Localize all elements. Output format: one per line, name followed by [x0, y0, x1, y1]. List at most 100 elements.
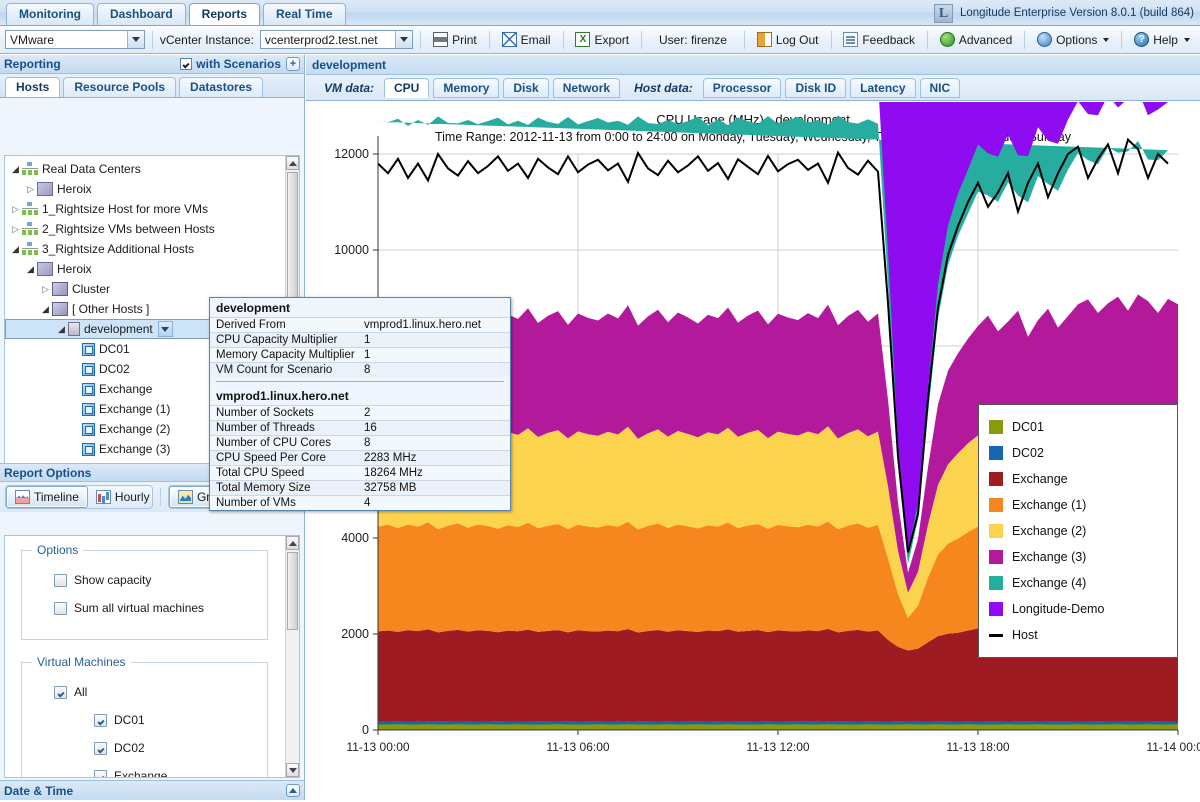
show-capacity-checkbox[interactable] [54, 574, 67, 587]
legend-item[interactable]: DC02 [989, 440, 1167, 466]
tree-item[interactable]: ◢Real Data Centers [5, 159, 285, 179]
show-capacity-row[interactable]: Show capacity [54, 569, 257, 591]
feedback-button[interactable]: Feedback [838, 30, 920, 49]
datacenter-icon [22, 222, 38, 236]
svg-text:11-13 12:00: 11-13 12:00 [746, 740, 809, 754]
tree-item[interactable]: ◢Heroix [5, 259, 285, 279]
with-scenarios-toggle[interactable]: with Scenarios [180, 57, 281, 71]
scenarios-checkbox[interactable] [180, 58, 192, 70]
vm-checkbox-row[interactable]: DC01 [94, 709, 257, 731]
legend-item[interactable]: Exchange (1) [989, 492, 1167, 518]
legend-item[interactable]: Exchange (3) [989, 544, 1167, 570]
platform-select[interactable]: VMware [5, 30, 145, 49]
svg-text:12000: 12000 [334, 147, 369, 161]
legend-swatch [989, 498, 1003, 512]
sum-all-vms-row[interactable]: Sum all virtual machines [54, 597, 257, 619]
tree-item[interactable]: ◢3_Rightsize Additional Hosts [5, 239, 285, 259]
legend-item[interactable]: Exchange [989, 466, 1167, 492]
timeline-label: Timeline [34, 490, 79, 504]
chevron-down-icon[interactable] [127, 31, 144, 48]
legend-swatch [989, 420, 1003, 434]
vm-checkbox[interactable] [94, 770, 107, 778]
tooltip-key: Memory Capacity Multiplier [216, 349, 364, 361]
legend-item[interactable]: DC01 [989, 414, 1167, 440]
email-button[interactable]: Email [497, 30, 556, 49]
legend-label: Exchange (2) [1012, 524, 1086, 538]
subtab-resource-pools[interactable]: Resource Pools [63, 77, 176, 97]
vm-data-label: VM data: [324, 81, 374, 95]
collapse-arrow-icon[interactable]: ◢ [39, 304, 52, 315]
chevron-up-icon[interactable] [286, 784, 300, 797]
date-time-section-header[interactable]: Date & Time [0, 780, 304, 800]
collapse-arrow-icon[interactable]: ◢ [9, 244, 22, 255]
legend-item[interactable]: Exchange (2) [989, 518, 1167, 544]
expand-arrow-icon[interactable]: ▷ [9, 204, 22, 215]
timeline-button[interactable]: Timeline [6, 486, 88, 508]
subtab-datastores[interactable]: Datastores [179, 77, 263, 97]
advanced-button[interactable]: Advanced [935, 30, 1017, 49]
export-button[interactable]: X Export [570, 30, 634, 49]
tooltip-row: CPU Speed Per Core2283 MHz [210, 450, 510, 465]
tab-monitoring[interactable]: Monitoring [6, 3, 94, 25]
options-button[interactable]: Options [1032, 30, 1114, 49]
tab-network[interactable]: Network [553, 78, 620, 98]
collapse-arrow-icon[interactable]: ◢ [55, 324, 68, 335]
options-scroll-thumb[interactable] [287, 552, 298, 630]
tree-item-label: Exchange (1) [99, 402, 170, 416]
collapse-arrow-icon[interactable]: ◢ [24, 264, 37, 275]
collapse-arrow-icon[interactable]: ◢ [9, 164, 22, 175]
platform-select-value: VMware [10, 33, 54, 47]
tree-item[interactable]: ▷Heroix [5, 179, 285, 199]
tab-real-time[interactable]: Real Time [263, 3, 345, 25]
vm-checkbox[interactable] [94, 714, 107, 727]
tab-latency[interactable]: Latency [850, 78, 915, 98]
vcenter-instance-value: vcenterprod2.test.net [265, 33, 378, 47]
help-button[interactable]: ? Help [1129, 30, 1195, 49]
tree-item-label: [ Other Hosts ] [72, 302, 149, 316]
tab-nic[interactable]: NIC [920, 78, 961, 98]
tab-memory[interactable]: Memory [433, 78, 499, 98]
vm-checkbox[interactable] [94, 742, 107, 755]
print-button[interactable]: Print [428, 30, 482, 49]
legend-item[interactable]: Exchange (4) [989, 570, 1167, 596]
tab-reports[interactable]: Reports [189, 3, 260, 25]
scroll-down-arrow-icon[interactable] [286, 763, 299, 777]
sum-all-vms-checkbox[interactable] [54, 602, 67, 615]
chevron-down-icon[interactable] [395, 31, 412, 48]
vm-all-checkbox[interactable] [54, 686, 67, 699]
legend-label: DC02 [1012, 446, 1044, 460]
tab-processor[interactable]: Processor [703, 78, 782, 98]
expand-arrow-icon[interactable]: ▷ [24, 184, 37, 195]
tree-item[interactable]: ▷2_Rightsize VMs between Hosts [5, 219, 285, 239]
vm-icon [82, 383, 95, 396]
hourly-button[interactable]: Hourly [88, 486, 153, 508]
options-legend: Options [32, 543, 83, 557]
feedback-label: Feedback [862, 33, 915, 47]
logout-button[interactable]: Log Out [752, 30, 824, 49]
person-gear-icon [1037, 32, 1052, 47]
expand-arrow-icon[interactable]: ▷ [9, 224, 22, 235]
tree-item[interactable]: ▷1_Rightsize Host for more VMs [5, 199, 285, 219]
vm-all-row[interactable]: All [54, 681, 257, 703]
chart-legend: DC01 DC02 ExchangeExchange (1) Exchange (2)… [978, 404, 1178, 658]
tab-disk-id[interactable]: Disk ID [785, 78, 846, 98]
tab-dashboard[interactable]: Dashboard [97, 3, 186, 25]
legend-item[interactable]: Longitude-Demo [989, 596, 1167, 622]
scroll-up-arrow-icon[interactable] [286, 156, 299, 170]
scroll-up-arrow-icon[interactable] [286, 536, 299, 550]
chevron-down-icon[interactable] [158, 321, 173, 337]
report-options-scrollbar[interactable] [285, 536, 299, 777]
vm-checkbox-row[interactable]: DC02 [94, 737, 257, 759]
subtab-hosts[interactable]: Hosts [5, 77, 60, 97]
tree-item[interactable]: ▷Cluster [5, 279, 285, 299]
add-scenario-button[interactable]: + [286, 57, 300, 71]
tab-cpu[interactable]: CPU [384, 78, 429, 98]
legend-item[interactable]: Host [989, 622, 1167, 648]
expand-arrow-icon[interactable]: ▷ [39, 284, 52, 295]
tooltip-row: Number of CPU Cores8 [210, 435, 510, 450]
tab-disk[interactable]: Disk [503, 78, 548, 98]
legend-swatch [989, 602, 1003, 616]
options-fieldset: Options Show capacity Sum all virtual ma… [21, 550, 268, 640]
vm-checkbox-row[interactable]: Exchange [94, 765, 257, 777]
vcenter-instance-select[interactable]: vcenterprod2.test.net [260, 30, 413, 49]
